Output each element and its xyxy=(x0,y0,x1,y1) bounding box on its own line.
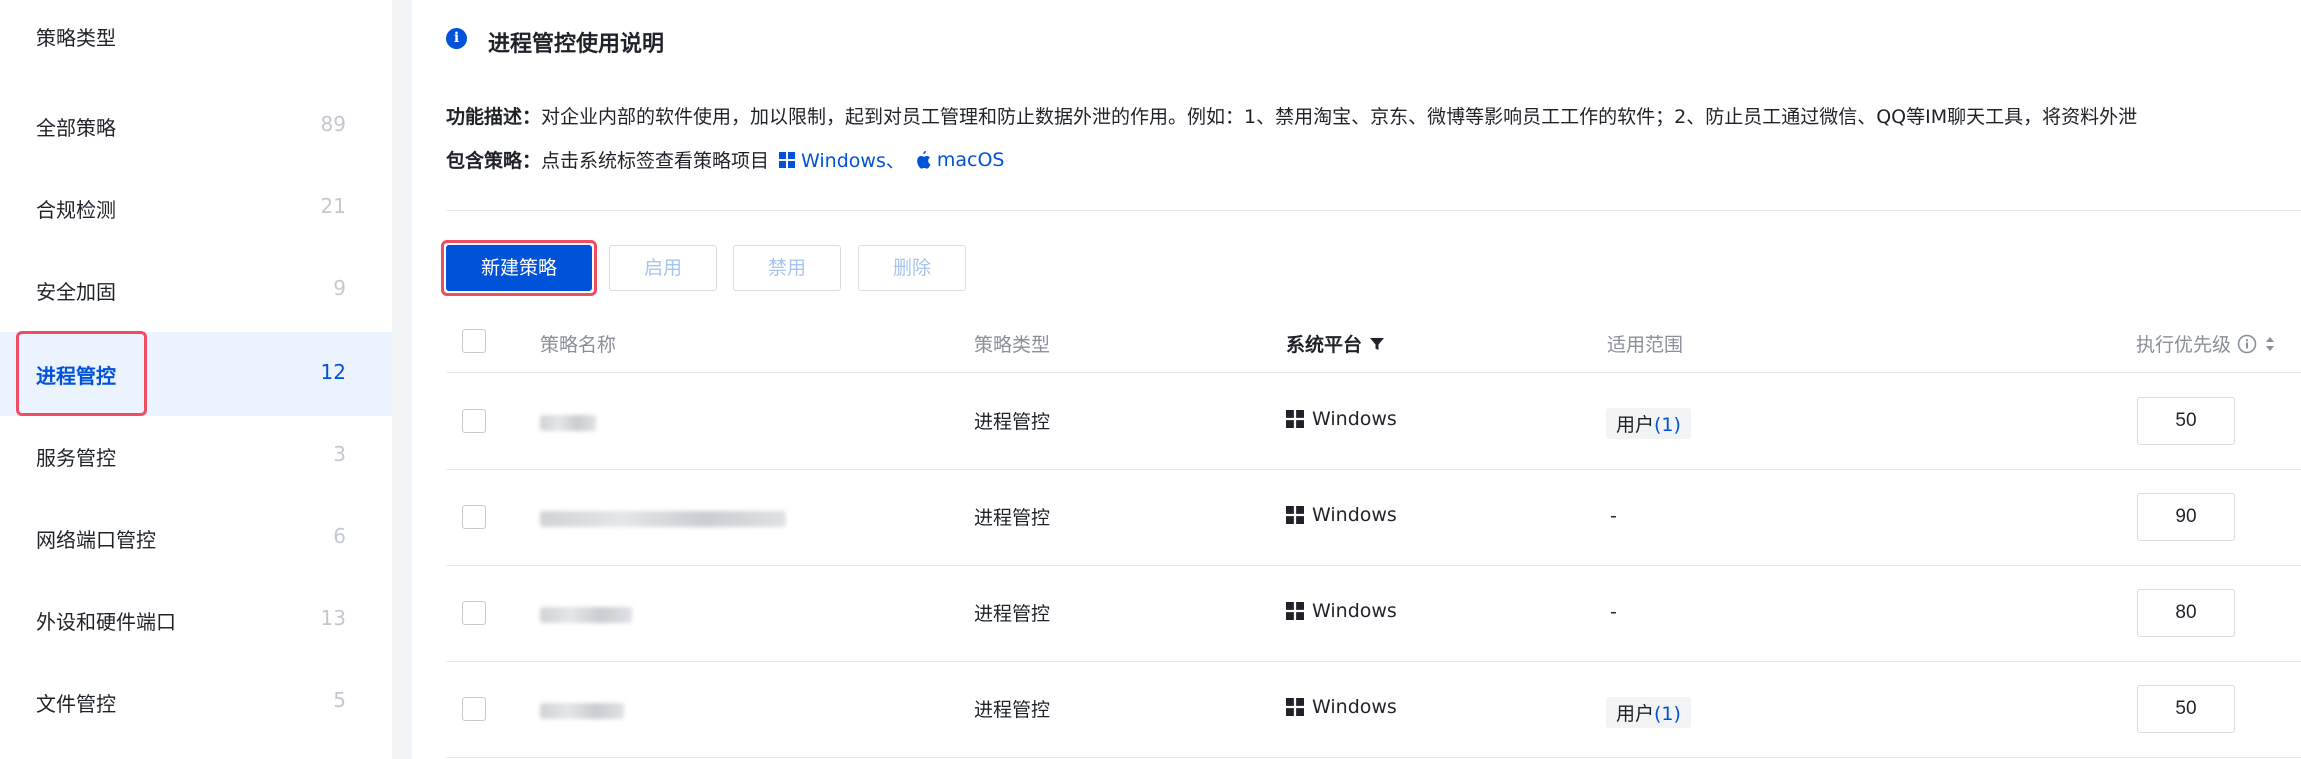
sidebar-item-all[interactable]: 全部策略 89 xyxy=(0,84,392,168)
sidebar-item-count: 5 xyxy=(333,688,346,712)
sidebar-item-label: 网络端口管控 xyxy=(36,528,156,552)
sidebar: 策略类型 全部策略 89 合规检测 21 安全加固 9 进程管控 12 服务管控… xyxy=(0,0,392,759)
scope-empty: - xyxy=(1610,601,1617,623)
table-row[interactable]: 进程管控 Windows - 80 xyxy=(446,565,2301,662)
sidebar-item-service-control[interactable]: 服务管控 3 xyxy=(0,414,392,498)
help-circle-icon[interactable] xyxy=(2237,334,2257,354)
sidebar-item-label: 服务管控 xyxy=(36,446,116,470)
windows-icon xyxy=(1286,410,1304,428)
policy-name-redacted xyxy=(540,511,786,527)
sidebar-item-count: 89 xyxy=(320,112,346,136)
header-policy-type: 策略类型 xyxy=(974,334,1051,356)
header-priority[interactable]: 执行优先级 xyxy=(2136,330,2275,357)
sidebar-item-count: 6 xyxy=(333,524,346,548)
platform-cell: Windows xyxy=(1286,504,1397,526)
windows-icon xyxy=(1286,698,1304,716)
filter-icon[interactable] xyxy=(1370,337,1385,351)
desc-text: 对企业内部的软件使用，加以限制，起到对员工管理和防止数据外泄的作用。例如：1、禁… xyxy=(541,106,2138,128)
windows-icon xyxy=(779,151,796,168)
policies-text: 点击系统标签查看策略项目 xyxy=(541,150,770,172)
main-panel: i 进程管控使用说明 功能描述：对企业内部的软件使用，加以限制，起到对员工管理和… xyxy=(412,0,2301,759)
included-policies: 包含策略： 点击系统标签查看策略项目 Windows、 macOS xyxy=(446,146,1004,173)
header-scope: 适用范围 xyxy=(1607,334,1684,356)
info-title: 进程管控使用说明 xyxy=(488,32,665,57)
row-checkbox[interactable] xyxy=(462,505,486,529)
sidebar-item-label: 外设和硬件端口 xyxy=(36,610,176,634)
sidebar-item-count: 9 xyxy=(333,276,346,300)
row-checkbox[interactable] xyxy=(462,409,486,433)
scope-tag-label: 用户 xyxy=(1616,703,1655,725)
sidebar-item-label: 合规检测 xyxy=(36,198,116,222)
sidebar-item-label: 文件管控 xyxy=(36,692,116,716)
info-icon: i xyxy=(446,28,467,49)
policy-name-redacted xyxy=(540,415,596,431)
scope-tag[interactable]: 用户(1) xyxy=(1606,408,1691,439)
sidebar-item-count: 3 xyxy=(333,442,346,466)
sidebar-item-label: 安全加固 xyxy=(36,280,116,304)
header-platform[interactable]: 系统平台 xyxy=(1286,330,1385,357)
platform-label: Windows xyxy=(1312,696,1397,718)
table-row[interactable]: 进程管控 Windows 用户(1) 50 xyxy=(446,373,2301,470)
header-policy-name: 策略名称 xyxy=(540,334,617,356)
policy-type: 进程管控 xyxy=(974,411,1051,433)
scope-tag[interactable]: 用户(1) xyxy=(1606,697,1691,728)
enable-button[interactable]: 启用 xyxy=(609,245,717,291)
priority-input[interactable]: 80 xyxy=(2137,589,2235,637)
policy-name-redacted xyxy=(540,607,632,623)
windows-link-label: Windows、 xyxy=(801,150,905,172)
sidebar-item-label: 全部策略 xyxy=(36,116,116,140)
new-policy-highlight-annotation xyxy=(441,240,597,296)
priority-input[interactable]: 90 xyxy=(2137,493,2235,541)
windows-link[interactable]: Windows、 xyxy=(779,146,905,173)
scope-tag-label: 用户 xyxy=(1616,414,1655,436)
table-row[interactable]: 进程管控 Windows 用户(1) 50 xyxy=(446,661,2301,758)
policy-type: 进程管控 xyxy=(974,507,1051,529)
sort-icon[interactable] xyxy=(2265,336,2275,352)
platform-cell: Windows xyxy=(1286,408,1397,430)
sidebar-highlight-annotation xyxy=(16,331,147,416)
policy-name-redacted xyxy=(540,703,624,719)
sidebar-item-count: 13 xyxy=(320,606,346,630)
scope-tag-count: (1) xyxy=(1654,703,1681,725)
scope-tag-count: (1) xyxy=(1654,414,1681,436)
table-header: 策略名称 策略类型 系统平台 适用范围 执行优先级 xyxy=(446,310,2301,373)
sidebar-item-hardening[interactable]: 安全加固 9 xyxy=(0,248,392,332)
sidebar-item-compliance[interactable]: 合规检测 21 xyxy=(0,166,392,250)
table-row[interactable]: 进程管控 Windows - 90 xyxy=(446,469,2301,566)
macos-link[interactable]: macOS xyxy=(915,148,1005,171)
policy-type: 进程管控 xyxy=(974,603,1051,625)
policy-type: 进程管控 xyxy=(974,699,1051,721)
sidebar-title: 策略类型 xyxy=(36,26,116,50)
delete-button[interactable]: 删除 xyxy=(858,245,966,291)
desc-label: 功能描述： xyxy=(446,106,542,128)
platform-label: Windows xyxy=(1312,408,1397,430)
header-platform-label: 系统平台 xyxy=(1286,334,1363,356)
disable-button[interactable]: 禁用 xyxy=(733,245,841,291)
select-all-checkbox[interactable] xyxy=(462,329,486,353)
policies-label: 包含策略： xyxy=(446,150,542,172)
sidebar-item-file-control[interactable]: 文件管控 5 xyxy=(0,660,392,744)
panel-divider xyxy=(392,0,412,759)
priority-input[interactable]: 50 xyxy=(2137,685,2235,733)
platform-cell: Windows xyxy=(1286,696,1397,718)
row-checkbox[interactable] xyxy=(462,601,486,625)
sidebar-item-network-port[interactable]: 网络端口管控 6 xyxy=(0,496,392,580)
sidebar-item-count: 21 xyxy=(320,194,346,218)
function-description: 功能描述：对企业内部的软件使用，加以限制，起到对员工管理和防止数据外泄的作用。例… xyxy=(446,102,2137,129)
priority-input[interactable]: 50 xyxy=(2137,397,2235,445)
header-priority-label: 执行优先级 xyxy=(2136,334,2232,356)
platform-label: Windows xyxy=(1312,504,1397,526)
windows-icon xyxy=(1286,506,1304,524)
section-divider xyxy=(446,210,2301,211)
sidebar-item-peripheral[interactable]: 外设和硬件端口 13 xyxy=(0,578,392,662)
macos-link-label: macOS xyxy=(936,148,1005,171)
platform-cell: Windows xyxy=(1286,600,1397,622)
apple-icon xyxy=(917,150,931,169)
row-checkbox[interactable] xyxy=(462,697,486,721)
windows-icon xyxy=(1286,602,1304,620)
platform-label: Windows xyxy=(1312,600,1397,622)
sidebar-item-count: 12 xyxy=(320,360,346,384)
scope-empty: - xyxy=(1610,505,1617,527)
